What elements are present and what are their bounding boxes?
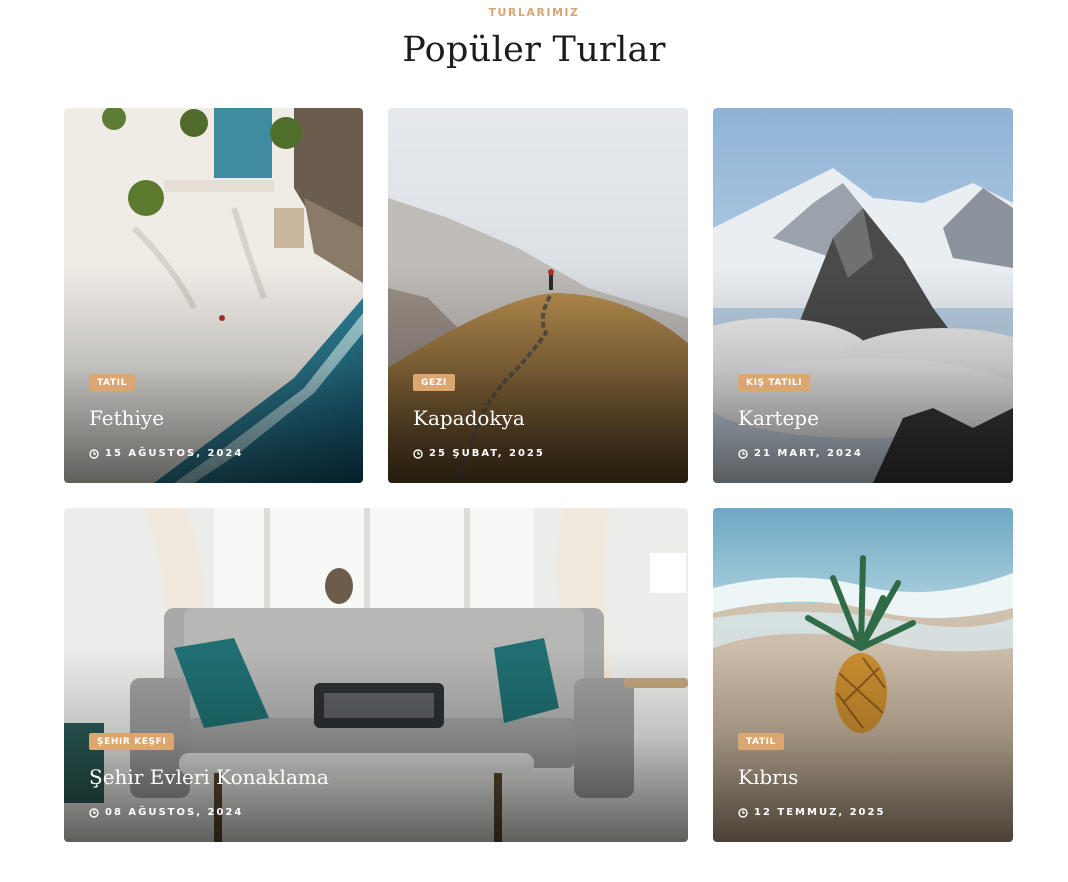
category-badge: TATIL xyxy=(738,733,784,750)
card-date: 25 ŞUBAT, 2025 xyxy=(413,448,545,459)
card-date: 21 MART, 2024 xyxy=(738,448,863,459)
category-badge: TATIL xyxy=(89,374,135,391)
tour-card-fethiye[interactable]: TATIL Fethiye 15 AĞUSTOS, 2024 xyxy=(64,108,363,483)
card-title: Kıbrıs xyxy=(738,765,799,789)
category-badge: ŞEHIR KEŞFI xyxy=(89,733,175,750)
tour-card-sehir-evleri[interactable]: ŞEHIR KEŞFI Şehir Evleri Konaklama 08 AĞ… xyxy=(64,508,688,842)
clock-icon xyxy=(89,807,99,818)
card-date: 08 AĞUSTOS, 2024 xyxy=(89,807,243,818)
card-date: 12 TEMMUZ, 2025 xyxy=(738,807,885,818)
tour-card-kibris[interactable]: TATIL Kıbrıs 12 TEMMUZ, 2025 xyxy=(713,508,1013,842)
date-text: 21 MART, 2024 xyxy=(754,448,863,459)
card-title: Fethiye xyxy=(89,406,165,430)
card-title: Kapadokya xyxy=(413,406,525,430)
tour-card-kapadokya[interactable]: GEZI Kapadokya 25 ŞUBAT, 2025 xyxy=(388,108,688,483)
tour-card-kartepe[interactable]: KIŞ TATILI Kartepe 21 MART, 2024 xyxy=(713,108,1013,483)
clock-icon xyxy=(738,448,748,459)
date-text: 25 ŞUBAT, 2025 xyxy=(429,448,545,459)
card-date: 15 AĞUSTOS, 2024 xyxy=(89,448,243,459)
category-badge: KIŞ TATILI xyxy=(738,374,811,391)
date-text: 08 AĞUSTOS, 2024 xyxy=(105,807,244,818)
card-title: Kartepe xyxy=(738,406,819,430)
clock-icon xyxy=(738,807,748,818)
clock-icon xyxy=(413,448,423,459)
section-eyebrow: TURLARIMIZ xyxy=(488,6,580,19)
date-text: 12 TEMMUZ, 2025 xyxy=(754,807,886,818)
clock-icon xyxy=(89,448,99,459)
section-title: Popüler Turlar xyxy=(402,30,666,70)
category-badge: GEZI xyxy=(413,374,455,391)
date-text: 15 AĞUSTOS, 2024 xyxy=(105,448,244,459)
card-title: Şehir Evleri Konaklama xyxy=(89,765,329,789)
